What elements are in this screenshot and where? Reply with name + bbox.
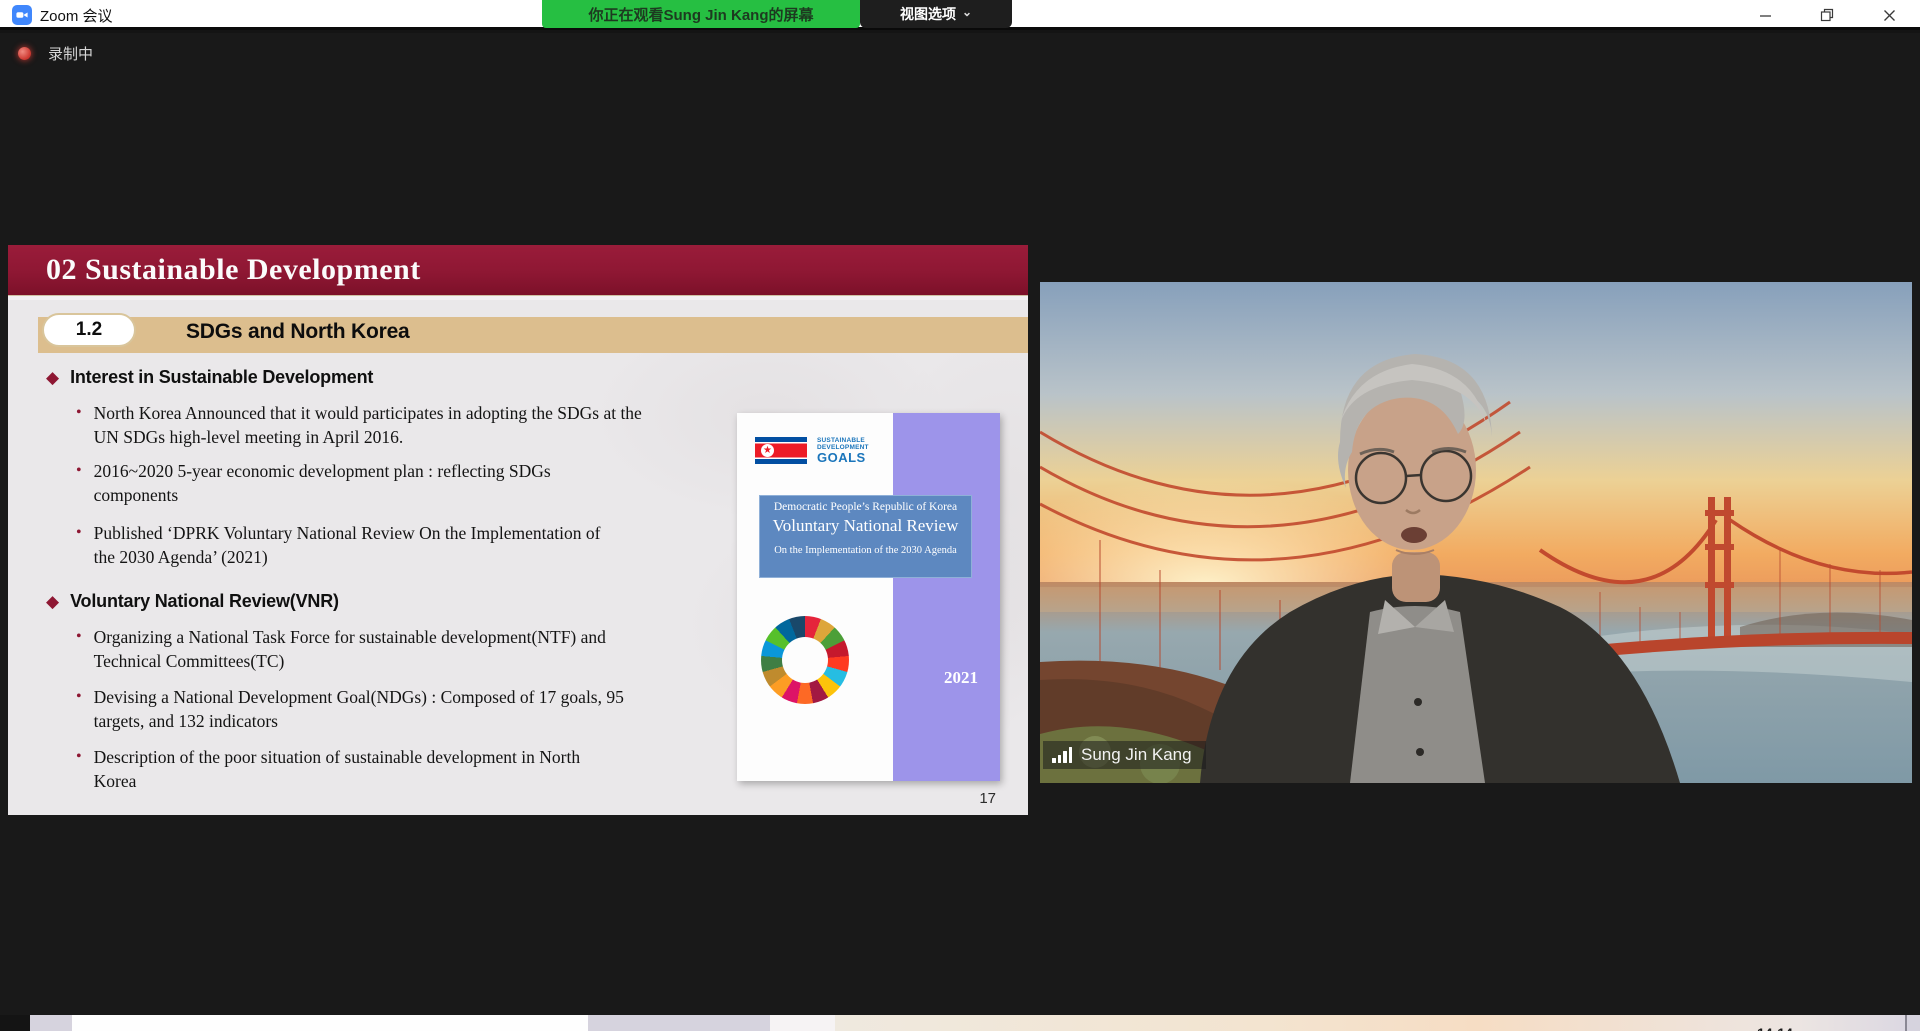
zoom-app-window: Zoom 会议 你正在观看Sung Jin Kang的屏幕 视图选项 ⌄ 录制中	[0, 0, 1920, 1031]
diamond-icon: ◆	[46, 593, 59, 610]
background-window-divider	[1905, 1015, 1907, 1031]
slide-bullet: • Devising a National Development Goal(N…	[76, 685, 639, 733]
bullet-icon: •	[76, 625, 82, 673]
slide-heading-2: ◆ Voluntary National Review(VNR)	[46, 591, 339, 612]
background-clock-clipped: 14:14	[1757, 1015, 1817, 1031]
slide-heading-1: ◆ Interest in Sustainable Development	[46, 367, 373, 388]
bullet-icon: •	[76, 459, 82, 507]
shared-slide: 02 Sustainable Development 1.2 SDGs and …	[8, 245, 1028, 815]
slide-bullet: • 2016~2020 5-year economic development …	[76, 459, 584, 507]
vnr-document-cover: ★ SUSTAINABLE DEVELOPMENT GOALS Democrat…	[737, 413, 1000, 781]
star-icon: ★	[763, 446, 772, 456]
bullet-icon: •	[76, 401, 82, 449]
recording-dot-icon	[18, 47, 31, 60]
title-bar: Zoom 会议 你正在观看Sung Jin Kang的屏幕 视图选项 ⌄	[0, 0, 1920, 30]
video-scene	[1040, 282, 1912, 783]
recording-indicator: 录制中	[18, 43, 93, 64]
diamond-icon: ◆	[46, 369, 59, 386]
minimize-icon	[1759, 9, 1772, 22]
restore-button[interactable]	[1796, 0, 1858, 30]
participant-name: Sung Jin Kang	[1081, 745, 1192, 765]
window-controls	[1734, 0, 1920, 30]
sdg-color-wheel	[761, 616, 849, 704]
minimize-button[interactable]	[1734, 0, 1796, 30]
vnr-cover-purple-band	[893, 413, 1000, 781]
background-window-segment	[770, 1015, 835, 1031]
vnr-title-box: Democratic People’s Republic of Korea Vo…	[759, 495, 972, 578]
bullet-icon: •	[76, 521, 82, 569]
background-window-beige	[835, 1015, 1905, 1031]
zoom-app-icon	[12, 5, 32, 25]
slide-bullet: • North Korea Announced that it would pa…	[76, 401, 646, 449]
restore-icon	[1820, 8, 1834, 22]
north-korea-flag: ★	[755, 437, 807, 464]
recording-label: 录制中	[48, 43, 93, 64]
screen-share-banner: 你正在观看Sung Jin Kang的屏幕	[542, 0, 860, 28]
close-icon	[1883, 9, 1896, 22]
slide-page-number: 17	[979, 790, 996, 807]
sdg-logo: SUSTAINABLE DEVELOPMENT GOALS	[817, 437, 887, 465]
vnr-year: 2021	[944, 668, 978, 688]
participant-name-tag: Sung Jin Kang	[1043, 741, 1206, 769]
slide-title: 02 Sustainable Development	[8, 253, 421, 287]
background-window-sliver: 14:14	[0, 1015, 1920, 1031]
slide-header-accent	[8, 295, 1028, 300]
background-window-panel	[72, 1015, 588, 1031]
participant-video: Sung Jin Kang	[1040, 282, 1912, 783]
slide-header-bar: 02 Sustainable Development	[8, 245, 1028, 295]
slide-bullet: • Description of the poor situation of s…	[76, 745, 604, 793]
meeting-content-area: 录制中 02 Sustainable Development 1.2 SDGs …	[0, 33, 1920, 1015]
window-title: Zoom 会议	[40, 5, 113, 26]
chevron-down-icon: ⌄	[962, 5, 972, 19]
view-options-button[interactable]: 视图选项 ⌄	[860, 0, 1012, 28]
connection-signal-icon	[1052, 747, 1072, 763]
slide-section-number: 1.2	[42, 313, 136, 347]
bottom-strip-gap	[0, 1015, 30, 1031]
bullet-icon: •	[76, 745, 82, 793]
slide-bullet: • Organizing a National Task Force for s…	[76, 625, 642, 673]
close-button[interactable]	[1858, 0, 1920, 30]
bullet-icon: •	[76, 685, 82, 733]
slide-bullet: • Published ‘DPRK Voluntary National Rev…	[76, 521, 624, 569]
slide-section-title: SDGs and North Korea	[186, 320, 410, 344]
